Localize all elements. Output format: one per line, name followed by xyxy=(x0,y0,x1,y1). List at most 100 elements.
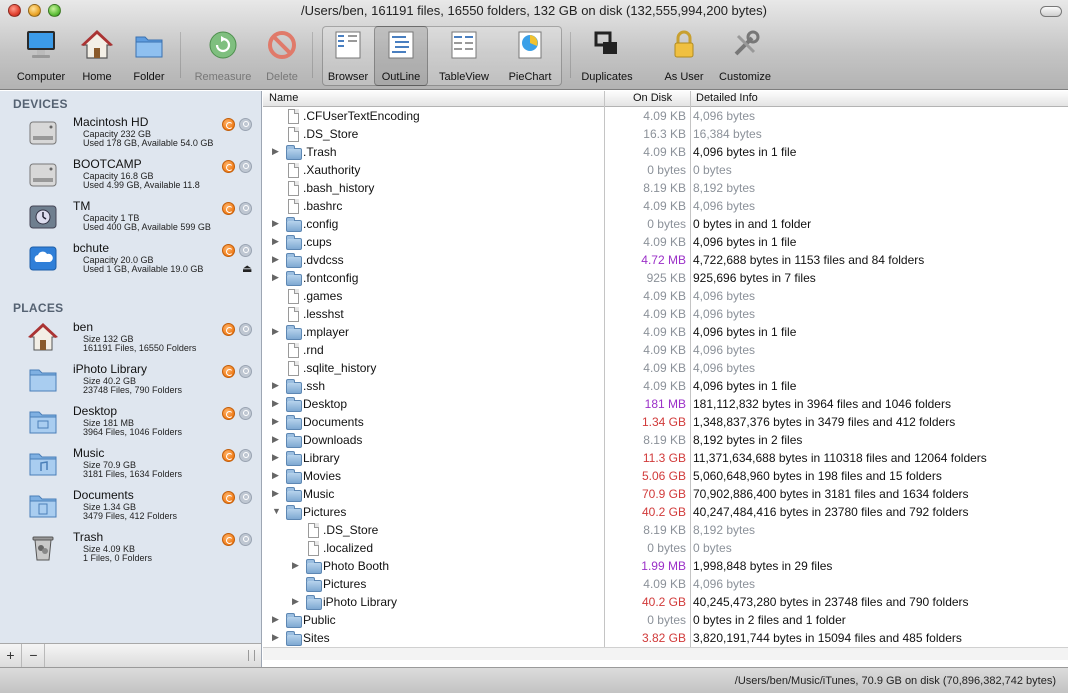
table-row[interactable]: ▶ Music 70.9 GB 70,902,886,400 bytes in 318… xyxy=(263,486,1068,504)
horizontal-scrollbar[interactable] xyxy=(263,647,1068,660)
remeasure-icon[interactable] xyxy=(222,160,235,173)
reveal-magnifier-icon[interactable] xyxy=(239,365,252,378)
table-row[interactable]: .lesshst 4.09 KB 4,096 bytes xyxy=(263,306,1068,324)
browser-view-button[interactable]: Browser xyxy=(322,24,374,88)
table-row[interactable]: ▶ Photo Booth 1.99 MB 1,998,848 bytes in 29… xyxy=(263,558,1068,576)
disclosure-closed-icon[interactable]: ▶ xyxy=(272,632,279,643)
as-user-button[interactable]: As User xyxy=(656,24,712,88)
disclosure-closed-icon[interactable]: ▶ xyxy=(272,470,279,481)
toolbar-toggle-button[interactable] xyxy=(1040,6,1062,17)
sidebar-item-place[interactable]: iPhoto Library Size 40.2 GB 23748 Files, 7… xyxy=(0,361,262,403)
remeasure-icon[interactable] xyxy=(222,244,235,257)
table-row[interactable]: ▶ .ssh 4.09 KB 4,096 bytes in 1 file xyxy=(263,378,1068,396)
sidebar-item-device[interactable]: BOOTCAMP Capacity 16.8 GB Used 4.99 GB, Av… xyxy=(0,156,262,198)
sidebar-item-device[interactable]: TM Capacity 1 TB Used 400 GB, Available 59… xyxy=(0,198,262,240)
disclosure-closed-icon[interactable]: ▶ xyxy=(272,614,279,625)
duplicates-button[interactable]: Duplicates xyxy=(576,24,638,88)
table-row[interactable]: .CFUserTextEncoding 4.09 KB 4,096 bytes xyxy=(263,108,1068,126)
table-row[interactable]: ▶ Desktop 181 MB 181,112,832 bytes in 3964 … xyxy=(263,396,1068,414)
tableview-button[interactable]: TableView xyxy=(430,24,498,88)
disclosure-closed-icon[interactable]: ▶ xyxy=(272,380,279,391)
sidebar-item-device[interactable]: bchute Capacity 20.0 GB Used 1 GB, Availab… xyxy=(0,240,262,282)
table-row[interactable]: ▶ Sites 3.82 GB 3,820,191,744 bytes in 1509… xyxy=(263,630,1068,648)
column-header-name[interactable]: Name xyxy=(269,92,298,104)
disclosure-closed-icon[interactable]: ▶ xyxy=(272,272,279,283)
remeasure-icon[interactable] xyxy=(222,491,235,504)
table-row[interactable]: .DS_Store 16.3 KB 16,384 bytes xyxy=(263,126,1068,144)
disclosure-open-icon[interactable]: ▼ xyxy=(272,506,281,516)
table-row[interactable]: .localized 0 bytes 0 bytes xyxy=(263,540,1068,558)
reveal-magnifier-icon[interactable] xyxy=(239,407,252,420)
disclosure-closed-icon[interactable]: ▶ xyxy=(272,146,279,157)
sidebar-item-place[interactable]: Documents Size 1.34 GB 3479 Files, 412 Fol… xyxy=(0,487,262,529)
remeasure-icon[interactable] xyxy=(222,407,235,420)
remeasure-icon[interactable] xyxy=(222,449,235,462)
reveal-magnifier-icon[interactable] xyxy=(239,533,252,546)
sidebar-item-device[interactable]: Macintosh HD Capacity 232 GB Used 178 GB, … xyxy=(0,114,262,156)
disclosure-closed-icon[interactable]: ▶ xyxy=(272,398,279,409)
table-row[interactable]: ▶ .config 0 bytes 0 bytes in and 1 folder xyxy=(263,216,1068,234)
delete-button[interactable]: Delete xyxy=(258,24,306,88)
table-row[interactable]: ▶ .fontconfig 925 KB 925,696 bytes in 7 fil… xyxy=(263,270,1068,288)
table-row[interactable]: ▶ Documents 1.34 GB 1,348,837,376 bytes in … xyxy=(263,414,1068,432)
reveal-magnifier-icon[interactable] xyxy=(239,491,252,504)
table-row[interactable]: ▶ Downloads 8.19 KB 8,192 bytes in 2 files xyxy=(263,432,1068,450)
table-row[interactable]: ▶ .cups 4.09 KB 4,096 bytes in 1 file xyxy=(263,234,1068,252)
disclosure-closed-icon[interactable]: ▶ xyxy=(272,416,279,427)
add-place-button[interactable]: + xyxy=(0,644,22,667)
reveal-magnifier-icon[interactable] xyxy=(239,449,252,462)
remeasure-icon[interactable] xyxy=(222,533,235,546)
reveal-magnifier-icon[interactable] xyxy=(239,160,252,173)
reveal-magnifier-icon[interactable] xyxy=(239,244,252,257)
table-row[interactable]: ▶ Library 11.3 GB 11,371,634,688 bytes in 1… xyxy=(263,450,1068,468)
remeasure-icon[interactable] xyxy=(222,202,235,215)
remeasure-icon[interactable] xyxy=(222,323,235,336)
piechart-button[interactable]: PieChart xyxy=(500,24,560,88)
table-row[interactable]: .games 4.09 KB 4,096 bytes xyxy=(263,288,1068,306)
table-row[interactable]: .DS_Store 8.19 KB 8,192 bytes xyxy=(263,522,1068,540)
disclosure-closed-icon[interactable]: ▶ xyxy=(272,434,279,445)
table-row[interactable]: .bashrc 4.09 KB 4,096 bytes xyxy=(263,198,1068,216)
table-row[interactable]: Pictures 4.09 KB 4,096 bytes xyxy=(263,576,1068,594)
disclosure-closed-icon[interactable]: ▶ xyxy=(272,488,279,499)
computer-icon xyxy=(27,31,55,58)
table-row[interactable]: .rnd 4.09 KB 4,096 bytes xyxy=(263,342,1068,360)
folder-button[interactable]: Folder xyxy=(122,24,176,88)
disclosure-closed-icon[interactable]: ▶ xyxy=(292,596,299,607)
remeasure-button[interactable]: Remeasure xyxy=(188,24,258,88)
disclosure-closed-icon[interactable]: ▶ xyxy=(272,452,279,463)
sidebar-item-place[interactable]: ben Size 132 GB 161191 Files, 16550 Folder… xyxy=(0,319,262,361)
sidebar-resize-handle[interactable] xyxy=(248,650,255,661)
home-button[interactable]: Home xyxy=(72,24,122,88)
table-row[interactable]: .Xauthority 0 bytes 0 bytes xyxy=(263,162,1068,180)
table-row[interactable]: ▶ .Trash 4.09 KB 4,096 bytes in 1 file xyxy=(263,144,1068,162)
sidebar-item-place[interactable]: Desktop Size 181 MB 3964 Files, 1046 Folde… xyxy=(0,403,262,445)
disclosure-closed-icon[interactable]: ▶ xyxy=(272,326,279,337)
reveal-magnifier-icon[interactable] xyxy=(239,323,252,336)
table-row[interactable]: .sqlite_history 4.09 KB 4,096 bytes xyxy=(263,360,1068,378)
remove-place-button[interactable]: − xyxy=(23,644,45,667)
reveal-magnifier-icon[interactable] xyxy=(239,202,252,215)
sidebar-item-place[interactable]: Music Size 70.9 GB 3181 Files, 1634 Folder… xyxy=(0,445,262,487)
disclosure-closed-icon[interactable]: ▶ xyxy=(272,236,279,247)
eject-icon[interactable]: ⏏ xyxy=(242,262,252,275)
column-header-detailed-info[interactable]: Detailed Info xyxy=(696,92,758,104)
remeasure-icon[interactable] xyxy=(222,118,235,131)
disclosure-closed-icon[interactable]: ▶ xyxy=(272,254,279,265)
remeasure-icon[interactable] xyxy=(222,365,235,378)
outline-view-button[interactable]: OutLine xyxy=(374,24,428,88)
table-row[interactable]: ▶ Movies 5.06 GB 5,060,648,960 bytes in 198… xyxy=(263,468,1068,486)
reveal-magnifier-icon[interactable] xyxy=(239,118,252,131)
table-row[interactable]: ▶ iPhoto Library 40.2 GB 40,245,473,280 byt… xyxy=(263,594,1068,612)
table-row[interactable]: ▶ .dvdcss 4.72 MB 4,722,688 bytes in 1153 f… xyxy=(263,252,1068,270)
column-header-on-disk[interactable]: On Disk xyxy=(633,92,672,104)
sidebar-item-place[interactable]: Trash Size 4.09 KB 1 Files, 0 Folders xyxy=(0,529,262,571)
table-row[interactable]: .bash_history 8.19 KB 8,192 bytes xyxy=(263,180,1068,198)
table-row[interactable]: ▼ Pictures 40.2 GB 40,247,484,416 bytes in … xyxy=(263,504,1068,522)
computer-button[interactable]: Computer xyxy=(10,24,72,88)
disclosure-closed-icon[interactable]: ▶ xyxy=(292,560,299,571)
table-row[interactable]: ▶ Public 0 bytes 0 bytes in 2 files and 1 f… xyxy=(263,612,1068,630)
disclosure-closed-icon[interactable]: ▶ xyxy=(272,218,279,229)
table-row[interactable]: ▶ .mplayer 4.09 KB 4,096 bytes in 1 file xyxy=(263,324,1068,342)
customize-button[interactable]: Customize xyxy=(712,24,778,88)
